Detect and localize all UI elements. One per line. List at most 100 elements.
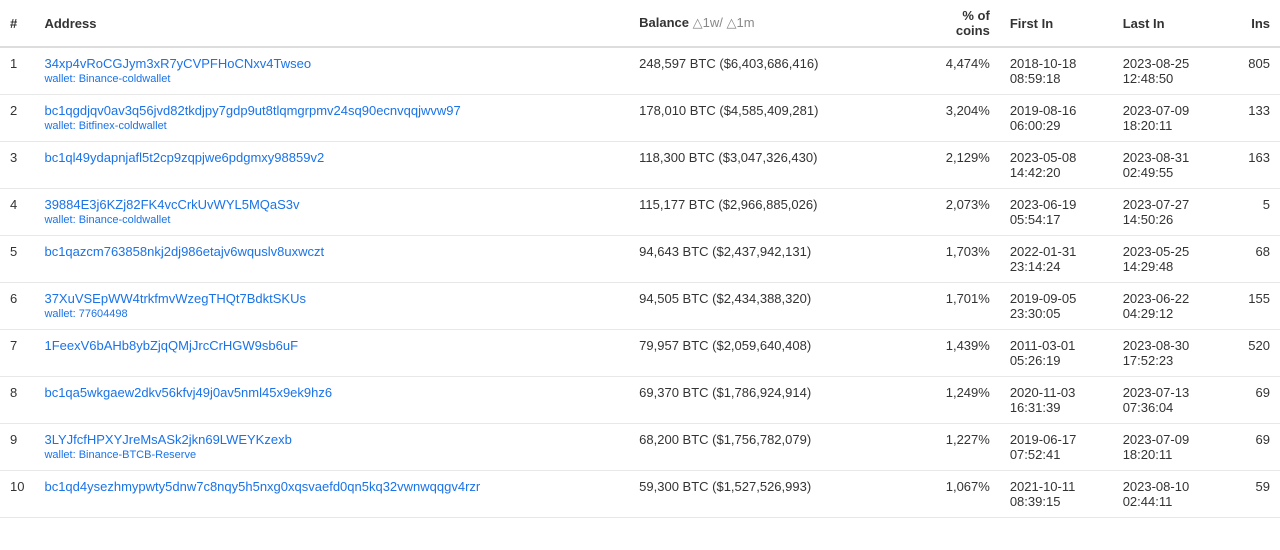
- cell-first-in: 2022-01-3123:14:24: [1000, 236, 1113, 283]
- col-coins-pct: % ofcoins: [916, 0, 1000, 47]
- cell-first-in: 2018-10-1808:59:18: [1000, 47, 1113, 95]
- table-row: 8 bc1qa5wkgaew2dkv56kfvj49j0av5nml45x9ek9…: [0, 377, 1280, 424]
- cell-ins: 163: [1226, 142, 1280, 189]
- table-row: 71FeexV6bAHb8ybZjqQMjJrcCrHGW9sb6uF79,95…: [0, 330, 1280, 377]
- cell-last-in: 2023-08-1002:44:11: [1113, 471, 1226, 518]
- col-address: Address: [34, 0, 629, 47]
- cell-last-in: 2023-06-2204:29:12: [1113, 283, 1226, 330]
- cell-balance: 178,010 BTC ($4,585,409,281): [629, 95, 916, 142]
- wallet-label: wallet: 77604498: [44, 308, 619, 320]
- table-row: 2 bc1qgdjqv0av3q56jvd82tkdjpy7gdp9ut8tlqm…: [0, 95, 1280, 142]
- cell-ins: 155: [1226, 283, 1280, 330]
- cell-rank: 1: [0, 47, 34, 95]
- cell-rank: 3: [0, 142, 34, 189]
- cell-coins-pct: 1,703%: [916, 236, 1000, 283]
- cell-ins: 68: [1226, 236, 1280, 283]
- cell-address: 1FeexV6bAHb8ybZjqQMjJrcCrHGW9sb6uF: [34, 330, 629, 377]
- cell-address: bc1qd4ysezhmypwty5dnw7c8nqy5h5nxg0xqsvae…: [34, 471, 629, 518]
- cell-last-in: 2023-05-2514:29:48: [1113, 236, 1226, 283]
- address-link[interactable]: 34xp4vRoCGJym3xR7yCVPFHoCNxv4Twseo: [44, 56, 619, 71]
- cell-last-in: 2023-08-3102:49:55: [1113, 142, 1226, 189]
- cell-rank: 10: [0, 471, 34, 518]
- address-link[interactable]: bc1qgdjqv0av3q56jvd82tkdjpy7gdp9ut8tlqmg…: [44, 103, 619, 118]
- cell-first-in: 2019-06-1707:52:41: [1000, 424, 1113, 471]
- table-row: 9 3LYJfcfHPXYJreMsASk2jkn69LWEYKzexb walle…: [0, 424, 1280, 471]
- cell-first-in: 2019-09-0523:30:05: [1000, 283, 1113, 330]
- cell-last-in: 2023-07-1307:36:04: [1113, 377, 1226, 424]
- cell-coins-pct: 4,474%: [916, 47, 1000, 95]
- cell-ins: 59: [1226, 471, 1280, 518]
- cell-rank: 2: [0, 95, 34, 142]
- cell-balance: 79,957 BTC ($2,059,640,408): [629, 330, 916, 377]
- col-rank: #: [0, 0, 34, 47]
- cell-coins-pct: 2,073%: [916, 189, 1000, 236]
- cell-coins-pct: 2,129%: [916, 142, 1000, 189]
- cell-ins: 805: [1226, 47, 1280, 95]
- cell-rank: 8: [0, 377, 34, 424]
- cell-ins: 520: [1226, 330, 1280, 377]
- cell-ins: 133: [1226, 95, 1280, 142]
- col-ins: Ins: [1226, 0, 1280, 47]
- wallet-label: wallet: Binance-coldwallet: [44, 73, 619, 85]
- cell-ins: 69: [1226, 424, 1280, 471]
- cell-balance: 69,370 BTC ($1,786,924,914): [629, 377, 916, 424]
- col-last-in: Last In: [1113, 0, 1226, 47]
- cell-address: bc1qa5wkgaew2dkv56kfvj49j0av5nml45x9ek9h…: [34, 377, 629, 424]
- cell-address: bc1ql49ydapnjafl5t2cp9zqpjwe6pdgmxy98859…: [34, 142, 629, 189]
- wallet-label: wallet: Bitfinex-coldwallet: [44, 120, 619, 132]
- address-link[interactable]: 3LYJfcfHPXYJreMsASk2jkn69LWEYKzexb: [44, 432, 619, 447]
- cell-rank: 4: [0, 189, 34, 236]
- cell-coins-pct: 3,204%: [916, 95, 1000, 142]
- cell-address: 39884E3j6KZj82FK4vcCrkUvWYL5MQaS3v wallet…: [34, 189, 629, 236]
- table-row: 5 bc1qazcm763858nkj2dj986etajv6wquslv8uxw…: [0, 236, 1280, 283]
- cell-coins-pct: 1,439%: [916, 330, 1000, 377]
- wallet-label: wallet: Binance-coldwallet: [44, 214, 619, 226]
- cell-first-in: 2011-03-0105:26:19: [1000, 330, 1113, 377]
- cell-balance: 59,300 BTC ($1,527,526,993): [629, 471, 916, 518]
- col-balance: Balance △1w/ △1m: [629, 0, 916, 47]
- cell-last-in: 2023-08-2512:48:50: [1113, 47, 1226, 95]
- cell-rank: 5: [0, 236, 34, 283]
- bitcoin-rich-list-table: # Address Balance △1w/ △1m % ofcoins Fir…: [0, 0, 1280, 518]
- cell-address: bc1qgdjqv0av3q56jvd82tkdjpy7gdp9ut8tlqmg…: [34, 95, 629, 142]
- address-link[interactable]: 37XuVSEpWW4trkfmvWzegTHQt7BdktSKUs: [44, 291, 619, 306]
- cell-last-in: 2023-07-0918:20:11: [1113, 95, 1226, 142]
- table-row: 3 bc1ql49ydapnjafl5t2cp9zqpjwe6pdgmxy9885…: [0, 142, 1280, 189]
- cell-address: 3LYJfcfHPXYJreMsASk2jkn69LWEYKzexb wallet…: [34, 424, 629, 471]
- address-link[interactable]: bc1ql49ydapnjafl5t2cp9zqpjwe6pdgmxy98859…: [44, 150, 619, 165]
- cell-rank: 6: [0, 283, 34, 330]
- cell-balance: 68,200 BTC ($1,756,782,079): [629, 424, 916, 471]
- cell-ins: 69: [1226, 377, 1280, 424]
- cell-coins-pct: 1,701%: [916, 283, 1000, 330]
- address-link[interactable]: bc1qazcm763858nkj2dj986etajv6wquslv8uxwc…: [44, 244, 619, 259]
- cell-balance: 248,597 BTC ($6,403,686,416): [629, 47, 916, 95]
- wallet-label: wallet: Binance-BTCB-Reserve: [44, 449, 619, 461]
- cell-address: 37XuVSEpWW4trkfmvWzegTHQt7BdktSKUs wallet…: [34, 283, 629, 330]
- table-row: 10 bc1qd4ysezhmypwty5dnw7c8nqy5h5nxg0xqsv…: [0, 471, 1280, 518]
- cell-coins-pct: 1,067%: [916, 471, 1000, 518]
- cell-coins-pct: 1,249%: [916, 377, 1000, 424]
- address-link[interactable]: bc1qd4ysezhmypwty5dnw7c8nqy5h5nxg0xqsvae…: [44, 479, 619, 494]
- cell-address: bc1qazcm763858nkj2dj986etajv6wquslv8uxwc…: [34, 236, 629, 283]
- cell-last-in: 2023-08-3017:52:23: [1113, 330, 1226, 377]
- cell-rank: 9: [0, 424, 34, 471]
- cell-coins-pct: 1,227%: [916, 424, 1000, 471]
- cell-first-in: 2023-05-0814:42:20: [1000, 142, 1113, 189]
- table-row: 6 37XuVSEpWW4trkfmvWzegTHQt7BdktSKUs walle…: [0, 283, 1280, 330]
- cell-balance: 115,177 BTC ($2,966,885,026): [629, 189, 916, 236]
- cell-last-in: 2023-07-0918:20:11: [1113, 424, 1226, 471]
- cell-balance: 94,505 BTC ($2,434,388,320): [629, 283, 916, 330]
- cell-balance: 118,300 BTC ($3,047,326,430): [629, 142, 916, 189]
- cell-first-in: 2019-08-1606:00:29: [1000, 95, 1113, 142]
- address-link[interactable]: bc1qa5wkgaew2dkv56kfvj49j0av5nml45x9ek9h…: [44, 385, 619, 400]
- cell-first-in: 2021-10-1108:39:15: [1000, 471, 1113, 518]
- cell-first-in: 2023-06-1905:54:17: [1000, 189, 1113, 236]
- cell-last-in: 2023-07-2714:50:26: [1113, 189, 1226, 236]
- cell-balance: 94,643 BTC ($2,437,942,131): [629, 236, 916, 283]
- table-row: 4 39884E3j6KZj82FK4vcCrkUvWYL5MQaS3v walle…: [0, 189, 1280, 236]
- cell-ins: 5: [1226, 189, 1280, 236]
- address-link[interactable]: 39884E3j6KZj82FK4vcCrkUvWYL5MQaS3v: [44, 197, 619, 212]
- address-link[interactable]: 1FeexV6bAHb8ybZjqQMjJrcCrHGW9sb6uF: [44, 338, 619, 353]
- cell-address: 34xp4vRoCGJym3xR7yCVPFHoCNxv4Twseo wallet…: [34, 47, 629, 95]
- cell-first-in: 2020-11-0316:31:39: [1000, 377, 1113, 424]
